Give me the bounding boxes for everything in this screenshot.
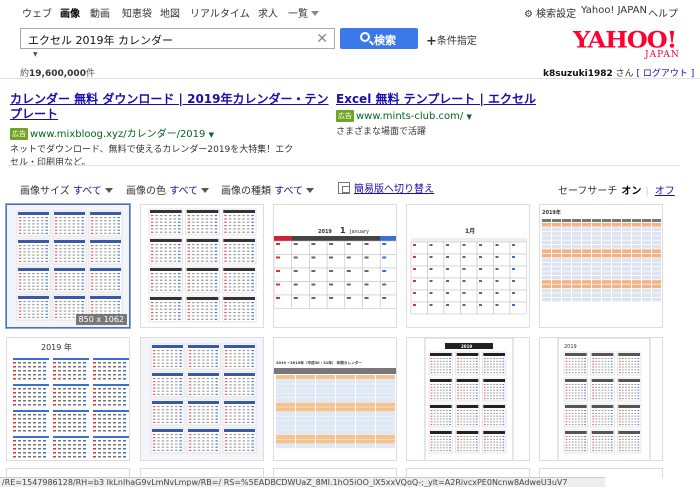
yahoo-logo[interactable]: YAHOO! JAPAN	[573, 25, 683, 60]
ad-2: Excel 無料 テンプレート | エクセル 広告 www.mints-club.…	[336, 92, 596, 139]
ad-2-url[interactable]: 広告 www.mints-club.com/ ▼	[336, 110, 596, 122]
gear-icon: ⚙	[524, 9, 533, 20]
tab-more-label: 一覧	[288, 9, 308, 20]
caret-down-icon[interactable]: ▼	[33, 51, 38, 58]
easy-mode-link[interactable]: 簡易版へ切り替え	[338, 180, 434, 195]
svg-text:2019: 2019	[564, 344, 577, 350]
tab-web[interactable]: ウェブ	[22, 5, 52, 20]
filter-size-value: すべて	[72, 186, 102, 197]
image-thumbnail[interactable]: 2019 1 January	[273, 204, 397, 328]
window-icon	[338, 182, 350, 194]
calendar-thumbnail-image	[141, 338, 263, 460]
ad-1-desc-line2: セル・印刷用など。	[10, 158, 91, 168]
safe-search: セーフサーチ オン | オフ	[558, 182, 675, 197]
calendar-thumbnail-image: 1月	[410, 227, 527, 315]
chevron-down-icon	[104, 188, 113, 193]
ad-2-title[interactable]: Excel 無料 テンプレート | エクセル	[336, 92, 596, 107]
image-thumbnail[interactable]: 2019 ~2019年（平成30・31年） 年間カレンダー	[273, 337, 397, 461]
svg-text:1: 1	[340, 226, 346, 235]
calendar-thumbnail-image: 2019 1 January	[274, 226, 396, 309]
tab-chiebukuro[interactable]: 知恵袋	[122, 5, 152, 20]
svg-text:2019 年: 2019 年	[41, 342, 72, 352]
filter-type-label: 画像の種類	[221, 186, 271, 197]
calendar-thumbnail-image	[148, 208, 257, 323]
chevron-down-icon	[306, 188, 315, 193]
logo-sub: JAPAN	[645, 50, 680, 60]
ad-1-url[interactable]: 広告 www.mixbloog.xyz/カレンダー/2019 ▼	[10, 125, 330, 140]
ad-1-title[interactable]: カレンダー 無料 ダウンロード | 2019年カレンダー・テン プレート	[10, 92, 330, 122]
tab-realtime[interactable]: リアルタイム	[190, 5, 250, 20]
calendar-thumbnail-image: 2019	[424, 338, 514, 460]
safe-search-on[interactable]: オン	[621, 186, 641, 197]
calendar-thumbnail-image	[7, 205, 129, 327]
image-thumbnail[interactable]: 2019 年	[6, 337, 130, 461]
tab-map[interactable]: 地図	[160, 5, 180, 20]
calendar-thumbnail-image: 2019 ~2019年（平成30・31年） 年間カレンダー	[274, 360, 396, 449]
search-query: エクセル 2019年 カレンダー	[28, 34, 173, 47]
help-link[interactable]: ヘルプ	[648, 5, 678, 20]
tab-video[interactable]: 動画	[90, 5, 110, 20]
yahoo-japan-link[interactable]: Yahoo! JAPAN	[581, 5, 647, 16]
svg-text:January: January	[349, 229, 369, 235]
caret-down-icon[interactable]: ▼	[466, 113, 471, 121]
divider	[8, 165, 680, 166]
safe-search-label: セーフサーチ	[558, 186, 618, 197]
filter-type[interactable]: 画像の種類 すべて	[221, 182, 315, 197]
divider: |	[645, 186, 649, 197]
filter-size[interactable]: 画像サイズ すべて	[20, 182, 113, 197]
image-thumbnail[interactable]	[140, 204, 264, 328]
image-thumbnail[interactable]	[140, 337, 264, 461]
ad-1-title-line2: プレート	[10, 107, 59, 121]
search-button-label: 検索	[374, 34, 396, 47]
ad-1-url-text: www.mixbloog.xyz/カレンダー/2019	[30, 129, 206, 140]
settings-link[interactable]: ⚙ 検索設定	[524, 5, 576, 20]
tab-jobs[interactable]: 求人	[258, 5, 278, 20]
image-thumbnail[interactable]: 850 x 1062	[6, 204, 130, 328]
filter-type-value: すべて	[274, 186, 304, 197]
filter-color[interactable]: 画像の色 すべて	[126, 182, 210, 197]
advanced-search-label: 条件指定	[436, 36, 477, 47]
svg-text:2019: 2019	[318, 229, 332, 235]
image-thumbnail[interactable]: 2019年	[539, 204, 663, 328]
image-thumbnail[interactable]: 2019	[406, 337, 530, 461]
calendar-thumbnail-image: 2019 年	[13, 342, 129, 458]
tab-more[interactable]: 一覧	[288, 5, 319, 20]
ad-badge: 広告	[10, 128, 28, 140]
image-size-badge: 850 x 1062	[75, 314, 127, 325]
image-thumbnail[interactable]: 1月	[406, 204, 530, 328]
calendar-thumbnail-image: 2019年	[542, 209, 661, 302]
svg-text:1月: 1月	[465, 227, 475, 235]
settings-label: 検索設定	[536, 9, 577, 20]
ad-badge: 広告	[336, 110, 354, 122]
close-icon[interactable]: ✕	[316, 30, 328, 48]
status-bar-url: /RE=1547986128/RH=b3 lkLnlhaG9vLmNvLmpw/…	[0, 477, 605, 487]
plus-icon: +	[426, 34, 437, 49]
svg-text:2019: 2019	[461, 344, 472, 349]
svg-text:2019 ~2019年（平成30・31年） 年間カレンダー: 2019 ~2019年（平成30・31年） 年間カレンダー	[276, 360, 362, 365]
caret-down-icon[interactable]: ▼	[209, 131, 214, 139]
ad-2-url-text: www.mints-club.com/	[356, 111, 464, 122]
filter-color-label: 画像の色	[126, 186, 166, 197]
ad-2-desc: さまざまな場面で活躍	[336, 127, 427, 137]
ad-1: カレンダー 無料 ダウンロード | 2019年カレンダー・テン プレート 広告 ww…	[10, 92, 330, 170]
top-nav: ウェブ 画像 動画 知恵袋 地図 リアルタイム 求人 一覧 ⚙ 検索設定 Yah…	[0, 0, 700, 22]
safe-search-off[interactable]: オフ	[655, 186, 675, 197]
ad-1-title-line1: カレンダー 無料 ダウンロード | 2019年カレンダー・テン	[10, 92, 329, 106]
search-icon	[360, 32, 370, 42]
filter-color-value: すべて	[169, 186, 199, 197]
calendar-thumbnail-image: 2019	[557, 338, 651, 460]
search-input[interactable]: エクセル 2019年 カレンダー ✕	[20, 28, 335, 49]
search-button[interactable]: 検索	[340, 28, 418, 49]
ad-1-desc: ネットでダウンロード、無料で使えるカレンダー2019を大特集！エク セル・印刷用な…	[10, 144, 330, 170]
chevron-down-icon	[201, 188, 210, 193]
filter-size-label: 画像サイズ	[20, 186, 70, 197]
divider	[0, 78, 700, 79]
image-thumbnail[interactable]: 2019	[539, 337, 663, 461]
ad-1-desc-line1: ネットでダウンロード、無料で使えるカレンダー2019を大特集！エク	[10, 145, 294, 155]
tab-images[interactable]: 画像	[60, 5, 80, 20]
easy-mode-label: 簡易版へ切り替え	[354, 184, 434, 195]
chevron-down-icon	[311, 11, 319, 16]
svg-text:2019年: 2019年	[542, 209, 561, 216]
advanced-search-link[interactable]: +条件指定	[426, 32, 477, 49]
